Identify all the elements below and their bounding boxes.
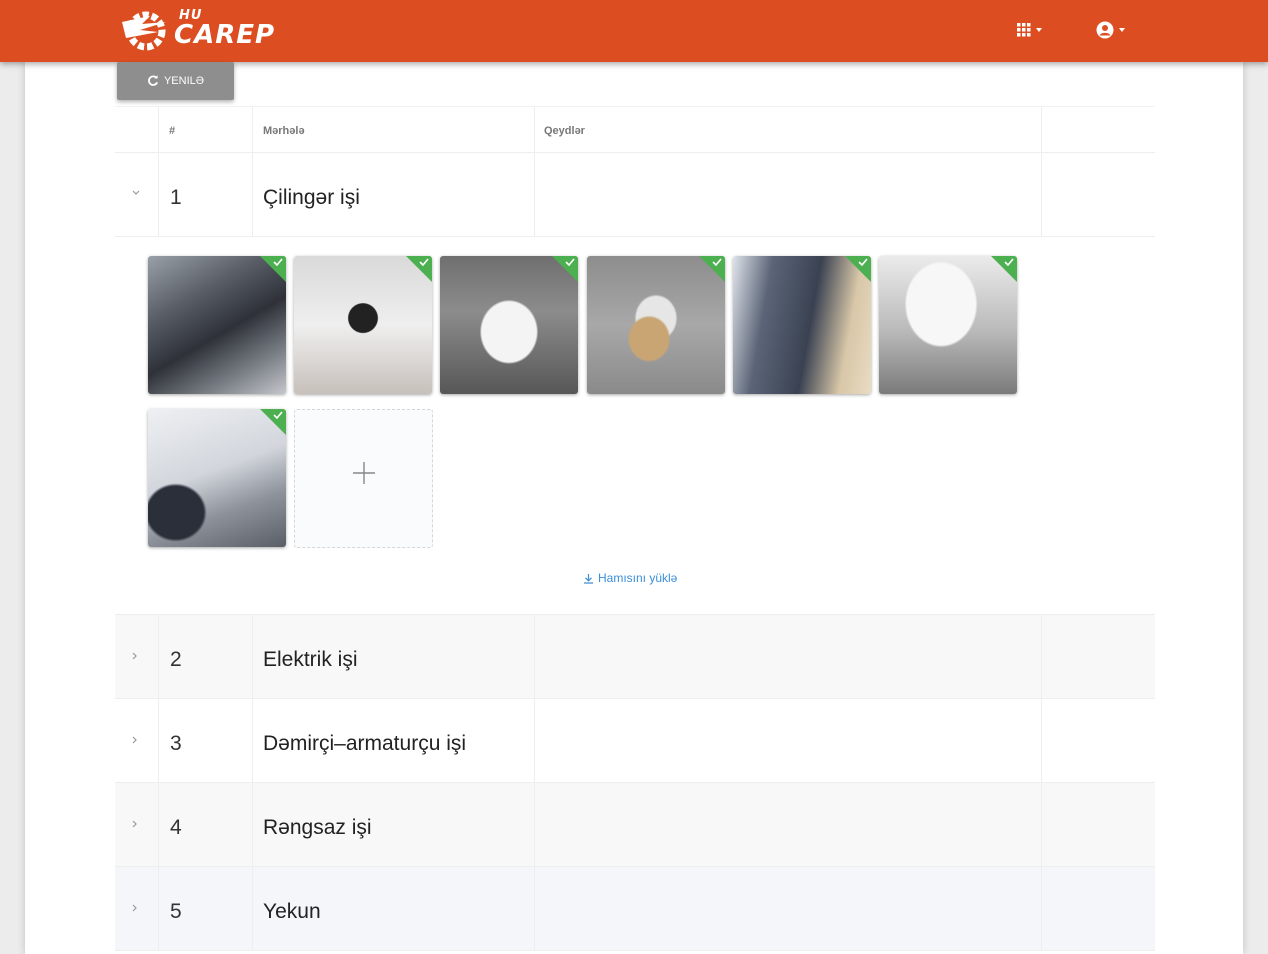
stage-name: Elektrik işi xyxy=(263,648,358,671)
actions-cell xyxy=(1042,783,1155,866)
chevron-down-icon xyxy=(1036,28,1042,32)
expand-cell xyxy=(115,615,159,698)
check-icon xyxy=(419,258,429,266)
table-header: # Mərhələ Qeydlər xyxy=(115,106,1155,153)
gear-wing-logo-icon xyxy=(122,11,166,51)
table-row[interactable]: 4 Rəngsaz işi xyxy=(115,783,1155,867)
photo-gallery-panel: Hamısını yüklə xyxy=(115,237,1155,615)
check-icon xyxy=(273,258,283,266)
refresh-icon xyxy=(148,75,158,86)
stage-name: Dəmirçi–armaturçu işi xyxy=(263,732,467,755)
photo-thumbnail[interactable] xyxy=(733,256,871,394)
chevron-right-icon[interactable] xyxy=(131,819,139,829)
stages-table: # Mərhələ Qeydlər 1 Çilingər işi Hamısın… xyxy=(115,106,1155,951)
actions-cell xyxy=(1042,153,1155,236)
expand-cell xyxy=(115,153,159,236)
column-header-number: # xyxy=(169,125,176,137)
table-row[interactable]: 3 Dəmirçi–armaturçu işi xyxy=(115,699,1155,783)
photo-thumbnail[interactable] xyxy=(587,256,725,394)
carep-logo[interactable]: HU CAREP xyxy=(120,6,280,54)
header-cell-stage: Mərhələ xyxy=(253,107,535,152)
add-photo-button[interactable] xyxy=(294,409,433,548)
refresh-label: YENILƏ xyxy=(163,75,205,87)
row-number: 1 xyxy=(170,186,182,209)
notes-cell xyxy=(535,783,1042,866)
expand-cell xyxy=(115,783,159,866)
header-cell-actions xyxy=(1042,107,1155,152)
refresh-button[interactable]: YENILƏ xyxy=(117,62,234,100)
photo-thumbnail[interactable] xyxy=(440,256,578,394)
chevron-down-icon xyxy=(1119,28,1125,32)
download-icon xyxy=(584,573,593,584)
grid-icon xyxy=(1017,23,1031,37)
actions-cell xyxy=(1042,615,1155,698)
notes-cell xyxy=(535,699,1042,782)
chevron-right-icon[interactable] xyxy=(131,651,139,661)
notes-cell xyxy=(535,153,1042,236)
apps-menu-button[interactable] xyxy=(1017,20,1042,40)
photo-thumbnail[interactable] xyxy=(148,409,286,547)
expand-cell xyxy=(115,699,159,782)
row-number: 3 xyxy=(170,732,182,755)
row-number: 5 xyxy=(170,900,182,923)
check-icon xyxy=(565,258,575,266)
top-app-bar: HU CAREP xyxy=(0,0,1268,62)
check-icon xyxy=(712,258,722,266)
download-all-link[interactable]: Hamısını yüklə xyxy=(583,571,677,585)
chevron-right-icon[interactable] xyxy=(131,903,139,913)
plus-icon xyxy=(353,462,375,484)
header-cell-expand xyxy=(115,107,159,152)
download-all-label: Hamısını yüklə xyxy=(598,571,678,585)
header-cell-notes: Qeydlər xyxy=(535,107,1042,152)
photo-thumbnail[interactable] xyxy=(879,256,1017,394)
chevron-down-icon[interactable] xyxy=(131,189,141,197)
user-menu-button[interactable] xyxy=(1096,20,1125,40)
table-row[interactable]: 5 Yekun xyxy=(115,867,1155,951)
column-header-stage: Mərhələ xyxy=(263,125,305,137)
row-number: 4 xyxy=(170,816,182,839)
check-icon xyxy=(858,258,868,266)
logo-big-text: CAREP xyxy=(174,20,276,50)
notes-cell xyxy=(535,615,1042,698)
stage-name: Rəngsaz işi xyxy=(263,816,372,839)
chevron-right-icon[interactable] xyxy=(131,735,139,745)
check-icon xyxy=(273,411,283,419)
notes-cell xyxy=(535,867,1042,950)
row-number: 2 xyxy=(170,648,182,671)
check-icon xyxy=(1004,258,1014,266)
photo-thumbnail[interactable] xyxy=(294,256,432,394)
user-circle-icon xyxy=(1096,21,1114,39)
expand-cell xyxy=(115,867,159,950)
header-cell-number: # xyxy=(159,107,253,152)
stage-name: Çilingər işi xyxy=(263,186,360,209)
photo-thumbnail[interactable] xyxy=(148,256,286,394)
table-row[interactable]: 2 Elektrik işi xyxy=(115,615,1155,699)
stage-name: Yekun xyxy=(263,900,321,923)
column-header-notes: Qeydlər xyxy=(544,125,585,137)
table-row[interactable]: 1 Çilingər işi xyxy=(115,153,1155,237)
actions-cell xyxy=(1042,699,1155,782)
actions-cell xyxy=(1042,867,1155,950)
